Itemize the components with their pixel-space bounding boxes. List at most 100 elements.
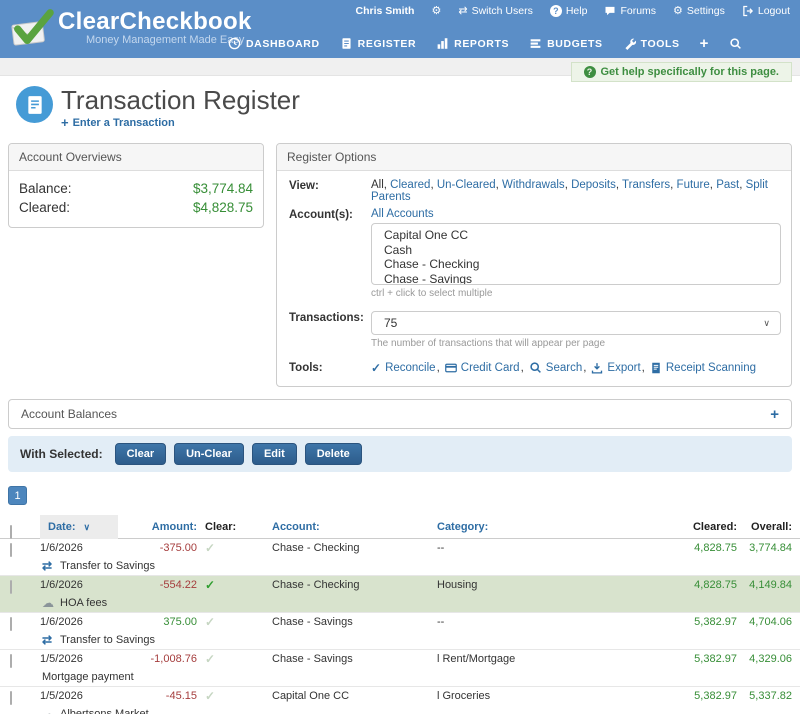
row-checkbox[interactable] bbox=[10, 543, 12, 557]
cell-category: ƖGroceries bbox=[437, 687, 490, 705]
accounts-multiselect[interactable]: Capital One CCCashChase - CheckingChase … bbox=[371, 223, 781, 285]
overview-value: $4,828.75 bbox=[193, 200, 253, 215]
transaction-row: 1/6/2026-375.00✓Chase - Checking--4,828.… bbox=[0, 539, 800, 576]
with-selected-label: With Selected: bbox=[20, 447, 103, 461]
sort-by-date-header[interactable]: Date: ∨ bbox=[40, 515, 118, 539]
row-checkbox[interactable] bbox=[10, 617, 12, 631]
accounts-label: Account(s): bbox=[289, 208, 371, 221]
un-clear-button[interactable]: Un-Clear bbox=[174, 443, 244, 465]
view-link-cleared[interactable]: Cleared bbox=[390, 179, 430, 191]
account-option[interactable]: Cash bbox=[384, 243, 780, 258]
sort-by-account-header[interactable]: Account: bbox=[272, 515, 320, 539]
utility-gear[interactable]: ⚙ bbox=[431, 6, 441, 17]
page-title-block: Transaction Register + Enter a Transacti… bbox=[16, 86, 800, 130]
table-header-row: Date: ∨ Amount: Clear: Account: Category… bbox=[0, 515, 800, 539]
cell-overall-balance: 3,774.84 bbox=[705, 539, 792, 557]
cloud-icon: ☁ bbox=[42, 594, 54, 612]
account-option[interactable]: Chase - Savings bbox=[384, 272, 780, 286]
logout-icon bbox=[742, 5, 754, 17]
nav-item-budgets[interactable]: BUDGETS bbox=[529, 37, 603, 50]
delete-button[interactable]: Delete bbox=[305, 443, 362, 465]
page-help-banner[interactable]: ? Get help specifically for this page. bbox=[571, 62, 793, 82]
row-checkbox[interactable] bbox=[10, 654, 12, 668]
register-page-icon bbox=[16, 86, 53, 123]
utility-settings[interactable]: ⚙Settings bbox=[673, 5, 725, 17]
account-overviews-panel: Account Overviews Balance:$3,774.84Clear… bbox=[8, 143, 264, 228]
sort-by-category-header[interactable]: Category: bbox=[437, 515, 488, 539]
utility-forums[interactable]: Forums bbox=[604, 5, 656, 17]
transaction-main-line[interactable]: 1/6/2026375.00✓Chase - Savings--5,382.97… bbox=[0, 613, 800, 631]
nav-item-dashboard[interactable]: DASHBOARD bbox=[228, 37, 320, 50]
account-balances-bar[interactable]: Account Balances + bbox=[8, 399, 792, 429]
view-link-transfers[interactable]: Transfers bbox=[622, 179, 670, 191]
nav-item-search-magnifier[interactable] bbox=[729, 37, 742, 50]
transaction-main-line[interactable]: 1/6/2026-375.00✓Chase - Checking--4,828.… bbox=[0, 539, 800, 557]
nav-item-quick-add-plus[interactable]: + bbox=[700, 36, 709, 51]
edit-button[interactable]: Edit bbox=[252, 443, 297, 465]
cleared-check-icon[interactable]: ✓ bbox=[205, 689, 215, 703]
cleared-check-icon[interactable]: ✓ bbox=[205, 541, 215, 555]
nav-item-register[interactable]: REGISTER bbox=[340, 37, 416, 50]
utility-label: Switch Users bbox=[472, 5, 533, 17]
tool-export[interactable]: Export bbox=[591, 362, 640, 374]
cleared-check-icon[interactable]: ✓ bbox=[205, 578, 215, 592]
tools-wrench-icon bbox=[623, 37, 636, 50]
account-option[interactable]: Capital One CC bbox=[384, 228, 780, 243]
overview-row: Balance:$3,774.84 bbox=[19, 179, 253, 198]
cell-amount: -45.15 bbox=[110, 687, 197, 705]
nav-item-tools[interactable]: TOOLS bbox=[623, 37, 680, 50]
transaction-main-line[interactable]: 1/5/2026-45.15✓Capital One CCƖGroceries5… bbox=[0, 687, 800, 705]
cell-overall-balance: 4,149.84 bbox=[705, 576, 792, 594]
transactions-hint: The number of transactions that will app… bbox=[371, 338, 781, 349]
brand-tagline: Money Management Made Easy bbox=[86, 34, 252, 46]
logo-checkmark-icon bbox=[10, 8, 54, 48]
transaction-row: 1/5/2026-45.15✓Capital One CCƖGroceries5… bbox=[0, 687, 800, 714]
with-selected-bar: With Selected: Clear Un-Clear Edit Delete bbox=[8, 436, 792, 472]
tool-label: Reconcile bbox=[385, 362, 436, 374]
accounts-hint: ctrl + click to select multiple bbox=[371, 288, 781, 299]
page-button-1[interactable]: 1 bbox=[8, 486, 27, 505]
utility-switch-users[interactable]: ⇄Switch Users bbox=[458, 5, 532, 17]
nav-item-reports[interactable]: REPORTS bbox=[436, 37, 509, 50]
transaction-memo-line: ⇄Transfer to Savings bbox=[0, 631, 800, 649]
gear-icon: ⚙ bbox=[431, 6, 441, 17]
tool-reconcile[interactable]: ✓Reconcile bbox=[371, 362, 436, 374]
tool-search[interactable]: Search bbox=[529, 361, 582, 374]
row-checkbox[interactable] bbox=[10, 580, 12, 594]
cell-amount: -554.22 bbox=[110, 576, 197, 594]
user-name[interactable]: Chris Smith bbox=[356, 5, 415, 17]
row-checkbox[interactable] bbox=[10, 691, 12, 705]
enter-transaction-link[interactable]: + Enter a Transaction bbox=[61, 115, 300, 130]
brand[interactable]: ClearCheckbook Money Management Made Eas… bbox=[10, 8, 252, 48]
tool-credit-card[interactable]: Credit Card bbox=[445, 362, 520, 374]
transaction-main-line[interactable]: 1/6/2026-554.22✓Chase - CheckingHousing4… bbox=[0, 576, 800, 594]
transactions-per-page-select[interactable]: 75 ∨ bbox=[371, 311, 781, 335]
utility-logout[interactable]: Logout bbox=[742, 5, 790, 17]
cleared-check-icon[interactable]: ✓ bbox=[205, 652, 215, 666]
view-link-past[interactable]: Past bbox=[716, 179, 739, 191]
utility-help[interactable]: ?Help bbox=[550, 5, 588, 17]
help-circle-icon: ? bbox=[584, 66, 596, 78]
app-header: Chris Smith ⚙ ⇄Switch Users ?Help Forums ⚙Se… bbox=[0, 0, 800, 58]
quick-add-plus-icon: + bbox=[700, 36, 709, 51]
account-option[interactable]: Chase - Checking bbox=[384, 257, 780, 272]
sort-by-amount-header[interactable]: Amount: bbox=[110, 515, 197, 539]
cell-category: ƖRent/Mortgage bbox=[437, 650, 515, 668]
view-link-future[interactable]: Future bbox=[677, 179, 710, 191]
all-accounts-link[interactable]: All Accounts bbox=[371, 208, 434, 220]
overview-row: Cleared:$4,828.75 bbox=[19, 198, 253, 217]
pagination: 1 bbox=[8, 486, 792, 505]
tool-receipt-scanning[interactable]: Receipt Scanning bbox=[650, 362, 756, 374]
cleared-check-icon[interactable]: ✓ bbox=[205, 615, 215, 629]
cell-amount: -375.00 bbox=[110, 539, 197, 557]
transaction-main-line[interactable]: 1/5/2026-1,008.76✓Chase - SavingsƖRent/M… bbox=[0, 650, 800, 668]
view-link-deposits[interactable]: Deposits bbox=[571, 179, 616, 191]
select-all-checkbox[interactable] bbox=[10, 525, 12, 539]
expand-plus-icon[interactable]: + bbox=[770, 406, 779, 423]
view-link-un-cleared[interactable]: Un-Cleared bbox=[437, 179, 496, 191]
tool-separator: , bbox=[437, 362, 440, 374]
clear-button[interactable]: Clear bbox=[115, 443, 167, 465]
view-link-withdrawals[interactable]: Withdrawals bbox=[502, 179, 565, 191]
cell-account: Capital One CC bbox=[272, 687, 349, 705]
transaction-table: Date: ∨ Amount: Clear: Account: Category… bbox=[0, 515, 800, 714]
